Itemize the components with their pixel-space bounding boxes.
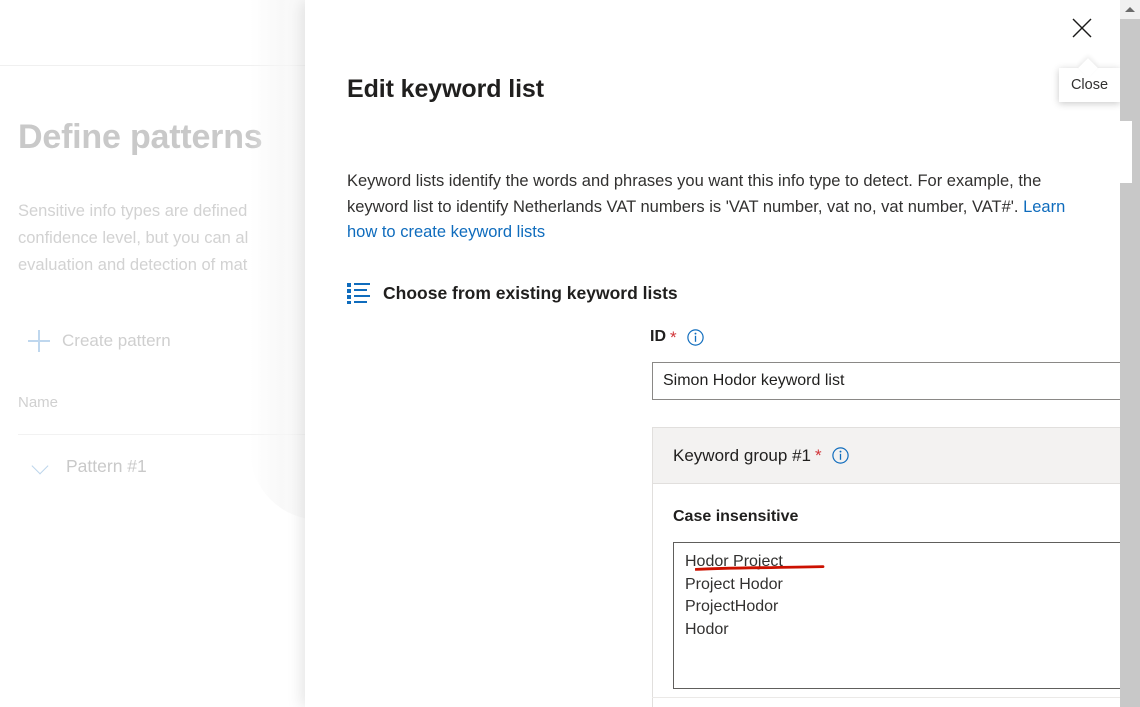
close-button[interactable]: [1062, 8, 1102, 48]
scrollbar-notch: [1120, 121, 1132, 183]
id-input[interactable]: [652, 362, 1120, 400]
keyword-group-box: Keyword group #1 *: [652, 427, 1120, 707]
background-top-divider: [0, 65, 320, 66]
panel-description: Keyword lists identify the words and phr…: [347, 169, 1079, 246]
pattern-row-label: Pattern #1: [66, 456, 147, 477]
background-description-line: Sensitive info types are defined: [18, 198, 248, 225]
background-description-line: evaluation and detection of mat: [18, 252, 248, 279]
scroll-up-button[interactable]: [1120, 0, 1140, 19]
create-pattern-label: Create pattern: [62, 331, 171, 351]
chevron-down-icon: [30, 455, 52, 477]
close-tooltip: Close: [1059, 68, 1120, 102]
info-circle-glyph: [832, 447, 849, 464]
info-icon[interactable]: [687, 329, 704, 346]
keyword-group-title: Keyword group #1: [673, 446, 811, 466]
info-circle-glyph: [687, 329, 704, 346]
edit-keyword-list-panel: Close Edit keyword list Keyword lists id…: [305, 0, 1120, 707]
close-icon: [1071, 17, 1093, 39]
close-tooltip-label: Close: [1067, 77, 1112, 93]
case-insensitive-label: Case insensitive: [673, 508, 1120, 526]
id-field-label: ID: [650, 328, 666, 346]
background-description: Sensitive info types are defined confide…: [18, 198, 248, 279]
next-section-divider: [652, 697, 1120, 698]
keyword-group-header: Keyword group #1 *: [653, 428, 1120, 484]
table-row-pattern-1[interactable]: Pattern #1: [30, 455, 147, 477]
vertical-scrollbar[interactable]: [1120, 0, 1140, 707]
column-header-name: Name: [18, 394, 58, 411]
plus-icon: [28, 330, 50, 352]
keywords-textarea[interactable]: Hodor Project Project Hodor ProjectHodor…: [673, 542, 1120, 689]
create-pattern-button[interactable]: Create pattern: [28, 330, 171, 352]
panel-description-text: Keyword lists identify the words and phr…: [347, 172, 1041, 216]
table-divider: [18, 434, 320, 435]
triangle-up-icon: [1125, 7, 1135, 12]
keywords-textarea-wrapper: Hodor Project Project Hodor ProjectHodor…: [673, 542, 1120, 694]
choose-existing-lists-section-header: Choose from existing keyword lists: [347, 282, 678, 304]
scrollbar-thumb[interactable]: [1120, 19, 1140, 121]
background-description-line: confidence level, but you can al: [18, 225, 248, 252]
background-page: Define patterns Sensitive info types are…: [0, 0, 320, 707]
required-asterisk: *: [670, 329, 677, 346]
required-asterisk: *: [815, 447, 822, 464]
info-icon[interactable]: [832, 447, 849, 464]
background-page-title: Define patterns: [18, 118, 263, 157]
page-title: Edit keyword list: [347, 75, 544, 104]
keyword-group-body: Case insensitive Hodor Project Project H…: [653, 484, 1120, 707]
section-header-label: Choose from existing keyword lists: [383, 283, 678, 304]
id-field-label-row: ID *: [650, 328, 704, 346]
bulleted-list-icon: [347, 282, 370, 304]
